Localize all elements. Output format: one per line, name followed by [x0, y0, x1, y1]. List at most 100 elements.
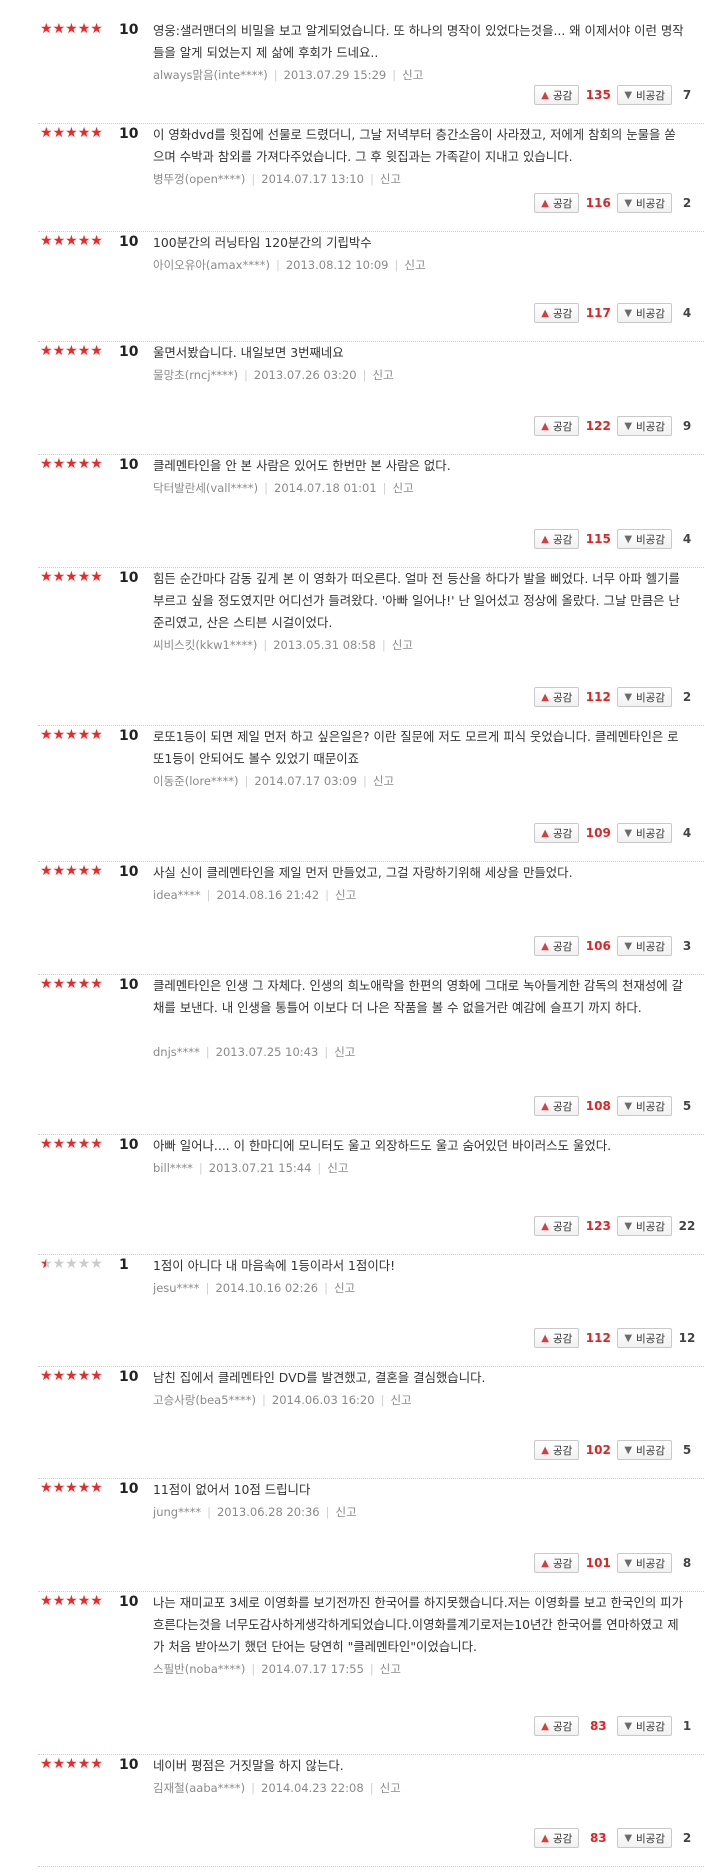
dislike-button[interactable]: ▼ 비공감: [617, 85, 672, 105]
dislike-button[interactable]: ▼ 비공감: [617, 529, 672, 549]
rating-score: 10: [119, 126, 139, 142]
author-name[interactable]: 아이오유아(amax****): [153, 258, 270, 272]
like-button[interactable]: ▲ 공감: [534, 416, 580, 436]
author-name[interactable]: 고승사랑(bea5****): [153, 1393, 256, 1407]
star-icon: ★: [90, 21, 103, 37]
dislike-label: 비공감: [636, 940, 665, 953]
review-date: 2014.07.17 03:09: [254, 774, 358, 788]
star-icon: ★: [90, 863, 103, 879]
rating-score: 10: [119, 1137, 139, 1153]
like-button[interactable]: ▲ 공감: [534, 193, 580, 213]
thumbs-down-icon: ▼: [624, 307, 633, 319]
like-button[interactable]: ▲ 공감: [534, 1828, 580, 1848]
report-link[interactable]: 신고: [404, 258, 425, 272]
star-rating: ★★★★★: [40, 568, 103, 586]
star-icon: ★: [40, 1368, 53, 1384]
report-link[interactable]: 신고: [390, 1393, 411, 1407]
dislike-count: 4: [682, 532, 692, 546]
like-button[interactable]: ▲ 공감: [534, 1716, 580, 1736]
report-link[interactable]: 신고: [372, 368, 393, 382]
report-link[interactable]: 신고: [334, 1045, 355, 1059]
dislike-button[interactable]: ▼ 비공감: [617, 1096, 672, 1116]
like-count: 135: [585, 88, 611, 102]
star-icon: ★: [77, 1593, 91, 1609]
dislike-button[interactable]: ▼ 비공감: [617, 1553, 672, 1573]
dislike-button[interactable]: ▼ 비공감: [617, 687, 672, 707]
like-button[interactable]: ▲ 공감: [534, 936, 580, 956]
author-name[interactable]: jung****: [153, 1505, 201, 1519]
star-icon: ★: [90, 569, 103, 585]
thumbs-up-icon: ▲: [541, 1444, 549, 1456]
review-date: 2013.05.31 08:58: [273, 638, 376, 652]
like-button[interactable]: ▲ 공감: [534, 687, 580, 707]
author-name[interactable]: 김재철(aaba****): [153, 1781, 245, 1795]
thumbs-up-icon: ▲: [541, 197, 549, 209]
report-link[interactable]: 신고: [380, 1781, 401, 1795]
report-link[interactable]: 신고: [392, 638, 413, 652]
dislike-count: 2: [682, 1831, 692, 1845]
report-link[interactable]: 신고: [373, 774, 394, 788]
author-name[interactable]: dnjs****: [153, 1045, 200, 1059]
dislike-button[interactable]: ▼ 비공감: [617, 1716, 672, 1736]
author-name[interactable]: 스필반(noba****): [153, 1662, 245, 1676]
dislike-label: 비공감: [636, 691, 665, 704]
like-count: 101: [585, 1556, 611, 1570]
like-button[interactable]: ▲ 공감: [534, 1328, 580, 1348]
author-name[interactable]: idea****: [153, 888, 201, 902]
separator: |: [380, 1393, 385, 1407]
dislike-button[interactable]: ▼ 비공감: [617, 1828, 672, 1848]
author-name[interactable]: always맑음(inte****): [153, 68, 268, 82]
like-button[interactable]: ▲ 공감: [534, 529, 580, 549]
star-icon: ★: [90, 1368, 103, 1384]
dislike-button[interactable]: ▼ 비공감: [617, 1328, 672, 1348]
thumbs-down-icon: ▼: [624, 1100, 633, 1112]
dislike-button[interactable]: ▼ 비공감: [617, 193, 672, 213]
like-button[interactable]: ▲ 공감: [534, 1216, 580, 1236]
report-link[interactable]: 신고: [380, 172, 401, 186]
like-label: 공감: [552, 89, 573, 102]
like-button[interactable]: ▲ 공감: [534, 85, 580, 105]
thumbs-down-icon: ▼: [624, 827, 633, 839]
like-button[interactable]: ▲ 공감: [534, 303, 580, 323]
report-link[interactable]: 신고: [335, 1505, 356, 1519]
report-link[interactable]: 신고: [327, 1161, 348, 1175]
review-meta: 물망초(rncj****) | 2013.07.26 03:20 | 신고: [153, 367, 394, 383]
star-icon: ★: [65, 1256, 78, 1272]
author-name[interactable]: 병뚜껑(open****): [153, 172, 245, 186]
dislike-button[interactable]: ▼ 비공감: [617, 1216, 672, 1236]
report-link[interactable]: 신고: [402, 68, 423, 82]
like-button[interactable]: ▲ 공감: [534, 1440, 580, 1460]
dislike-button[interactable]: ▼ 비공감: [617, 416, 672, 436]
star-icon: ★: [52, 343, 66, 359]
separator: |: [205, 1281, 210, 1295]
report-link[interactable]: 신고: [334, 1281, 355, 1295]
report-link[interactable]: 신고: [380, 1662, 401, 1676]
like-button[interactable]: ▲ 공감: [534, 1553, 580, 1573]
thumbs-up-icon: ▲: [541, 1332, 549, 1344]
author-name[interactable]: bill****: [153, 1161, 193, 1175]
star-icon: ★: [65, 727, 78, 743]
review-text: 남친 집에서 클레멘타인 DVD를 발견했고, 결혼을 결심했습니다.: [153, 1370, 486, 1385]
review-text: 네이버 평점은 거짓말을 하지 않는다.: [153, 1758, 344, 1773]
author-name[interactable]: 닥터발란세(vall****): [153, 481, 258, 495]
like-button[interactable]: ▲ 공감: [534, 823, 580, 843]
dislike-button[interactable]: ▼ 비공감: [617, 1440, 672, 1460]
star-icon: ★: [40, 1593, 53, 1609]
like-button[interactable]: ▲ 공감: [534, 1096, 580, 1116]
review-item: ★★★★★ 10 울면서봤습니다. 내일보면 3번째네요 물망초(rncj****) |…: [38, 342, 704, 455]
vote-actions: ▲ 공감 83 ▼ 비공감 2: [534, 1827, 702, 1849]
report-link[interactable]: 신고: [393, 481, 414, 495]
dislike-button[interactable]: ▼ 비공감: [617, 823, 672, 843]
author-name[interactable]: 씨비스킷(kkw1****): [153, 638, 257, 652]
vote-actions: ▲ 공감 123 ▼ 비공감 22: [534, 1215, 702, 1237]
author-name[interactable]: jesu****: [153, 1281, 200, 1295]
dislike-button[interactable]: ▼ 비공감: [617, 936, 672, 956]
author-name[interactable]: 이동준(lore****): [153, 774, 239, 788]
review-text: 영웅:샐러맨더의 비밀을 보고 알게되었습니다. 또 하나의 명작이 있었다는것…: [153, 23, 684, 60]
review-date: 2013.08.12 10:09: [285, 258, 389, 272]
star-icon: ★: [52, 863, 66, 879]
author-name[interactable]: 물망초(rncj****): [153, 368, 238, 382]
report-link[interactable]: 신고: [335, 888, 356, 902]
thumbs-up-icon: ▲: [541, 533, 549, 545]
dislike-button[interactable]: ▼ 비공감: [617, 303, 672, 323]
